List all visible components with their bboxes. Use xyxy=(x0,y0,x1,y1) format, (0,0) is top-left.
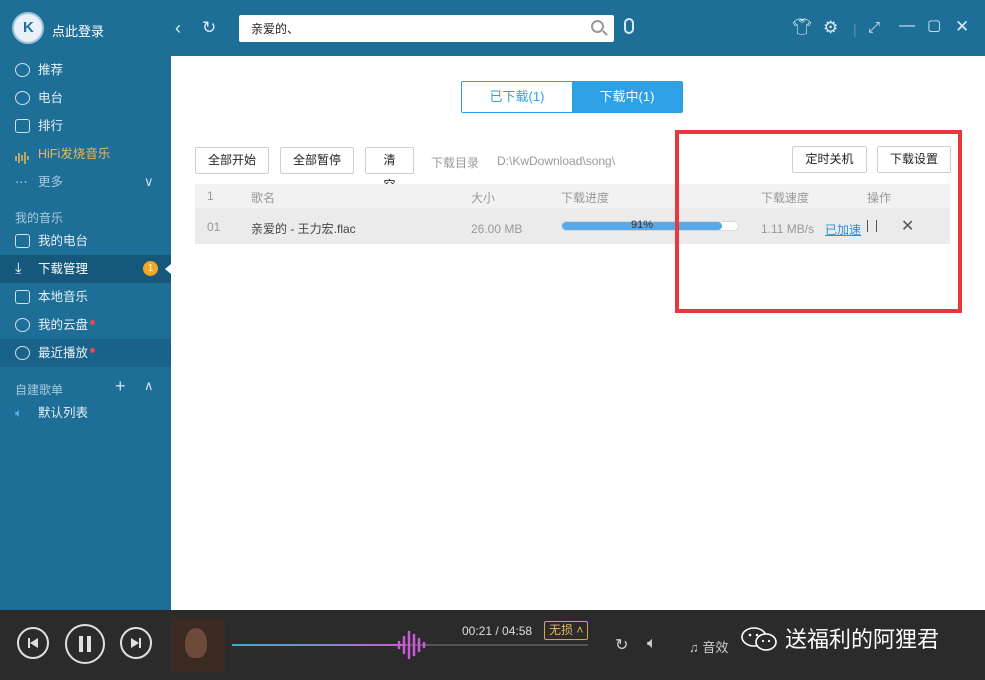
radio-box-icon xyxy=(15,234,30,248)
player-bar: 00:21 / 04:58 无损 ˄ ↻ 🔈︎ ♫ 音效 送福利的阿狸君 xyxy=(0,610,985,680)
sidebar-item-downloads[interactable]: ⤓ 下载管理 1 xyxy=(0,255,171,283)
radio-icon xyxy=(15,91,30,105)
col-size: 大小 xyxy=(471,191,496,205)
volume-icon[interactable]: 🔈︎ xyxy=(647,635,657,653)
mini-mode-icon[interactable]: ⤢ xyxy=(868,19,880,37)
download-icon: ⤓ xyxy=(15,260,22,277)
chevron-down-icon[interactable]: ∨ xyxy=(144,168,154,196)
chevron-up-icon[interactable]: ∧ xyxy=(144,378,154,394)
col-name: 歌名 xyxy=(251,191,276,205)
row-index: 01 xyxy=(207,220,221,234)
settings-icon[interactable]: ⚙ xyxy=(823,19,838,37)
cloud-icon xyxy=(15,318,30,332)
add-playlist-icon[interactable]: + xyxy=(115,376,126,397)
clear-button[interactable]: 清空 xyxy=(365,147,414,192)
app-logo[interactable] xyxy=(12,12,44,44)
pause-play-icon xyxy=(79,636,91,652)
chart-icon xyxy=(15,119,30,133)
play-time: 00:21 / 04:58 xyxy=(462,624,533,638)
login-link[interactable]: 点此登录 xyxy=(52,21,104,40)
sidebar-item-local-music[interactable]: 本地音乐 xyxy=(0,283,171,311)
watermark-text: 送福利的阿狸君 xyxy=(785,627,940,652)
tab-downloading[interactable]: 下载中(1) xyxy=(572,82,682,112)
skin-icon[interactable]: 👕︎ xyxy=(792,19,812,37)
back-icon[interactable]: ‹ xyxy=(175,19,181,37)
search-icon[interactable] xyxy=(591,20,604,33)
monitor-icon xyxy=(15,290,30,304)
next-icon xyxy=(131,638,141,648)
pause-all-button[interactable]: 全部暂停 xyxy=(280,147,354,174)
sidebar-item-charts[interactable]: 排行 xyxy=(0,112,171,140)
row-song-name: 亲爱的 - 王力宏.flac xyxy=(251,222,356,236)
sound-effect-button[interactable]: ♫ 音效 xyxy=(689,637,728,656)
waveform-icon[interactable] xyxy=(395,630,429,660)
close-icon[interactable]: ✕ xyxy=(955,18,969,36)
col-index: 1 xyxy=(207,189,214,203)
more-dots-icon: ⋯ xyxy=(15,175,28,189)
sidebar-item-cloud[interactable]: 我的云盘 xyxy=(0,311,171,339)
divider: | xyxy=(853,21,857,37)
maximize-icon[interactable]: ▢ xyxy=(927,17,941,35)
clock-icon xyxy=(15,346,30,360)
prev-icon xyxy=(28,638,38,648)
sidebar-item-default-list[interactable]: 🔈︎ 默认列表 xyxy=(0,399,171,427)
sidebar-item-recent[interactable]: 最近播放 xyxy=(0,339,171,367)
minimize-icon[interactable]: — xyxy=(899,17,915,35)
sidebar-item-recommend[interactable]: 推荐 xyxy=(0,56,171,84)
disc-icon xyxy=(15,63,30,77)
speaker-icon: 🔈︎ xyxy=(15,406,23,420)
search-box[interactable] xyxy=(239,15,614,42)
quality-selector[interactable]: 无损 ˄ xyxy=(544,621,589,640)
played-progress xyxy=(232,644,407,646)
notification-dot xyxy=(90,320,95,325)
voice-search-icon[interactable] xyxy=(624,18,634,34)
wechat-icon xyxy=(741,627,777,651)
hifi-bars-icon xyxy=(15,147,30,164)
annotation-highlight-box xyxy=(675,130,962,313)
next-button[interactable] xyxy=(120,627,152,659)
sidebar-item-more[interactable]: ⋯ 更多 ∨ xyxy=(0,168,171,196)
col-progress: 下载进度 xyxy=(561,191,610,205)
album-cover[interactable] xyxy=(171,618,225,672)
pause-button[interactable] xyxy=(65,624,105,664)
sidebar-item-hifi[interactable]: HiFi发烧音乐 xyxy=(0,140,171,168)
loop-icon[interactable]: ↻ xyxy=(615,635,628,655)
sidebar-item-my-radio[interactable]: 我的电台 xyxy=(0,227,171,255)
download-dir-path[interactable]: D:\KwDownload\song\ xyxy=(497,154,615,168)
tab-downloaded[interactable]: 已下载(1) xyxy=(462,82,572,112)
refresh-icon[interactable]: ↻ xyxy=(202,19,216,37)
sidebar-item-radio[interactable]: 电台 xyxy=(0,84,171,112)
download-dir-label: 下载目录 xyxy=(431,156,480,170)
title-bar: 点此登录 ‹ ↻ 👕︎ ⚙ | ⤢ — ▢ ✕ xyxy=(0,0,985,56)
download-tabs: 已下载(1) 下载中(1) xyxy=(461,81,683,113)
prev-button[interactable] xyxy=(17,627,49,659)
section-playlists: 自建歌单 xyxy=(15,383,64,397)
search-input[interactable] xyxy=(239,15,569,42)
row-size: 26.00 MB xyxy=(471,222,523,236)
download-badge: 1 xyxy=(143,261,158,276)
notification-dot xyxy=(90,348,95,353)
section-my-music: 我的音乐 xyxy=(15,211,64,225)
sidebar: 推荐 电台 排行 HiFi发烧音乐 ⋯ 更多 ∨ 我的音乐 我的电台 ⤓ 下载管… xyxy=(0,56,171,610)
start-all-button[interactable]: 全部开始 xyxy=(195,147,269,174)
